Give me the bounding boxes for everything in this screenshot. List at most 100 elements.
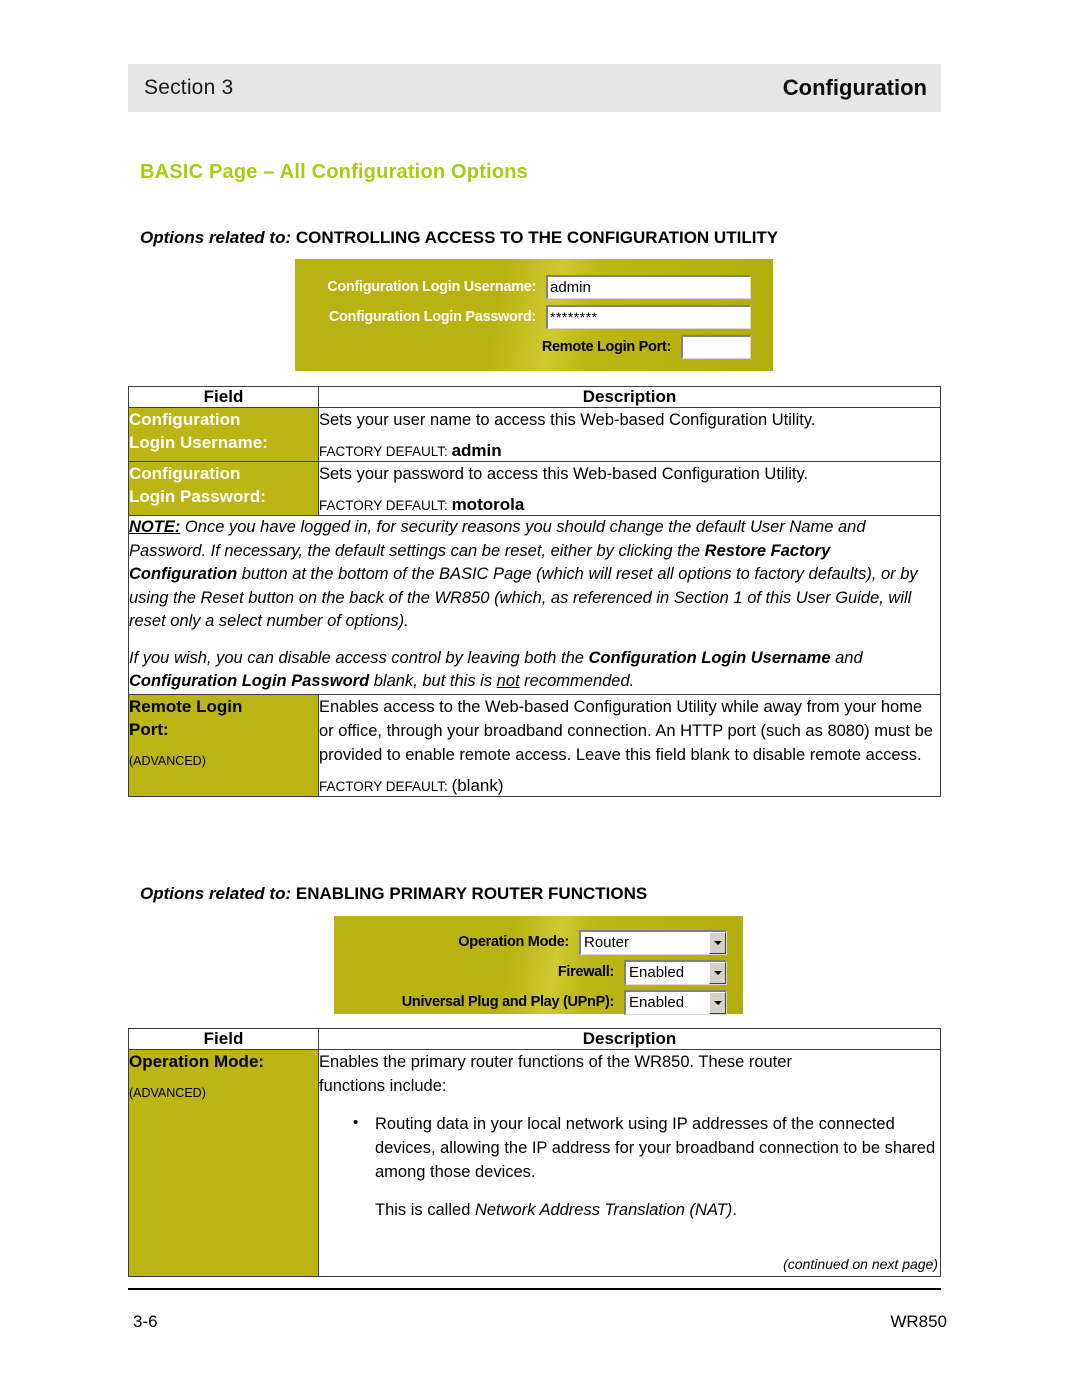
field-cell-remote-login-port: Remote Login Port: (ADVANCED) bbox=[128, 693, 319, 797]
form-row-password: Configuration Login Password: ******** bbox=[309, 302, 751, 332]
nat-note: This is called Network Address Translati… bbox=[319, 1198, 940, 1222]
remote-login-port-input[interactable] bbox=[681, 335, 751, 359]
field-cell-operation-mode: Operation Mode: (ADVANCED) bbox=[128, 1049, 319, 1277]
note-p1-c: button at the bottom of the BASIC Page (… bbox=[129, 565, 918, 630]
description-cell-login-password: Sets your password to access this Web-ba… bbox=[318, 461, 941, 516]
options-related-title: CONTROLLING ACCESS TO THE CONFIGURATION … bbox=[295, 228, 779, 247]
upnp-select[interactable]: Enabled bbox=[624, 989, 727, 1015]
note-p2-g: recommended. bbox=[519, 672, 635, 690]
options-related-heading-1: Options related to: CONTROLLING ACCESS T… bbox=[140, 228, 778, 248]
table-header-row: Field Description bbox=[128, 386, 941, 408]
config-access-options-table: Field Description Configuration Login Us… bbox=[128, 386, 941, 797]
field-name-line2: Login Password: bbox=[129, 487, 266, 506]
column-header-field: Field bbox=[128, 1028, 319, 1050]
config-access-form-screenshot: Configuration Login Username: admin Conf… bbox=[295, 259, 773, 371]
table-row: Configuration Login Password: Sets your … bbox=[128, 461, 941, 516]
upnp-label: Universal Plug and Play (UPnP): bbox=[401, 994, 615, 1010]
table-row-note: NOTE: Once you have logged in, for secur… bbox=[128, 515, 941, 695]
operation-mode-select[interactable]: Router bbox=[579, 929, 727, 955]
note-paragraph-1: NOTE: Once you have logged in, for secur… bbox=[129, 516, 940, 634]
note-p2-e: blank, but this is bbox=[369, 672, 497, 690]
form-rows: Operation Mode: Router Firewall: Enabled… bbox=[334, 916, 743, 1017]
operation-mode-value: Router bbox=[584, 933, 630, 951]
options-related-heading-2: Options related to: ENABLING PRIMARY ROU… bbox=[140, 884, 647, 904]
table-header-row: Field Description bbox=[128, 1028, 941, 1050]
column-header-field: Field bbox=[128, 386, 319, 408]
factory-default-value: admin bbox=[451, 441, 502, 460]
factory-default-label: FACTORY DEFAULT: bbox=[319, 498, 448, 513]
factory-default-value: motorola bbox=[451, 495, 525, 514]
description-text: Sets your password to access this Web-ba… bbox=[319, 465, 809, 483]
factory-default-line: FACTORY DEFAULT: admin bbox=[319, 442, 940, 461]
remote-login-port-label: Remote Login Port: bbox=[541, 339, 671, 355]
form-row-remote-port: Remote Login Port: bbox=[309, 332, 751, 362]
nat-prefix: This is called bbox=[375, 1201, 475, 1219]
field-advanced-tag: (ADVANCED) bbox=[129, 753, 206, 768]
router-functions-options-table: Field Description Operation Mode: (ADVAN… bbox=[128, 1028, 941, 1277]
description-cell-operation-mode: Enables the primary router functions of … bbox=[318, 1049, 941, 1277]
footer-page-number: 3-6 bbox=[133, 1312, 158, 1331]
description-cell-login-username: Sets your user name to access this Web-b… bbox=[318, 407, 941, 462]
firewall-select[interactable]: Enabled bbox=[624, 959, 727, 985]
field-name-line2: Login Username: bbox=[129, 433, 268, 452]
options-related-prefix: Options related to: bbox=[140, 884, 292, 903]
field-name-line1: Configuration bbox=[129, 410, 241, 429]
factory-default-line: FACTORY DEFAULT: (blank) bbox=[319, 775, 940, 796]
description-text-line2: functions include: bbox=[319, 1077, 447, 1095]
list-item: Routing data in your local network using… bbox=[319, 1111, 940, 1184]
form-rows: Configuration Login Username: admin Conf… bbox=[295, 259, 773, 362]
factory-default-label: FACTORY DEFAULT: bbox=[319, 444, 448, 459]
field-cell-login-password: Configuration Login Password: bbox=[128, 461, 319, 516]
column-header-description: Description bbox=[318, 386, 941, 408]
footer-model: WR850 bbox=[890, 1312, 947, 1331]
chevron-down-icon[interactable] bbox=[709, 991, 726, 1014]
continued-on-next-page: (continued on next page) bbox=[783, 1256, 938, 1272]
upnp-value: Enabled bbox=[629, 993, 685, 1011]
router-functions-bullet-list: Routing data in your local network using… bbox=[319, 1111, 940, 1184]
field-name-line1: Operation Mode: bbox=[129, 1052, 265, 1071]
note-p2-c: and bbox=[830, 648, 863, 667]
field-name-line1: Remote Login bbox=[129, 696, 243, 716]
nat-suffix: . bbox=[732, 1201, 737, 1219]
description-text: Enables access to the Web-based Configur… bbox=[319, 697, 933, 764]
note-p2-a: If you wish, you can disable access cont… bbox=[129, 648, 589, 667]
factory-default-label: FACTORY DEFAULT: bbox=[319, 778, 448, 794]
column-header-description: Description bbox=[318, 1028, 941, 1050]
chevron-down-icon[interactable] bbox=[709, 931, 726, 954]
form-row-upnp: Universal Plug and Play (UPnP): Enabled bbox=[346, 987, 727, 1017]
field-name-line1: Configuration bbox=[129, 464, 241, 483]
note-p2-f: not bbox=[496, 672, 520, 690]
field-advanced-tag: (ADVANCED) bbox=[129, 1086, 206, 1100]
page-title: BASIC Page – All Configuration Options bbox=[140, 161, 528, 183]
running-header: Section 3 Configuration bbox=[128, 64, 941, 112]
form-row-operation-mode: Operation Mode: Router bbox=[346, 927, 727, 957]
form-row-username: Configuration Login Username: admin bbox=[309, 272, 751, 302]
note-p2-d: Configuration Login Password bbox=[129, 672, 370, 690]
nat-term: Network Address Translation (NAT) bbox=[474, 1201, 733, 1219]
options-related-title: ENABLING PRIMARY ROUTER FUNCTIONS bbox=[295, 884, 648, 903]
section-label: Section 3 bbox=[144, 76, 234, 99]
form-row-firewall: Firewall: Enabled bbox=[346, 957, 727, 987]
chapter-title: Configuration bbox=[782, 75, 927, 100]
firewall-value: Enabled bbox=[629, 963, 685, 981]
description-text-line1: Enables the primary router functions of … bbox=[319, 1053, 792, 1071]
description-text: Sets your user name to access this Web-b… bbox=[319, 411, 816, 429]
factory-default-value: (blank) bbox=[451, 775, 504, 795]
description-cell-remote-login-port: Enables access to the Web-based Configur… bbox=[318, 693, 941, 797]
login-username-input[interactable]: admin bbox=[546, 275, 751, 299]
login-password-label: Configuration Login Password: bbox=[328, 309, 536, 325]
table-row: Operation Mode: (ADVANCED) Enables the p… bbox=[128, 1049, 941, 1277]
factory-default-line: FACTORY DEFAULT: motorola bbox=[319, 496, 940, 515]
field-cell-login-username: Configuration Login Username: bbox=[128, 407, 319, 462]
table-row: Configuration Login Username: Sets your … bbox=[128, 407, 941, 462]
login-password-input[interactable]: ******** bbox=[546, 305, 751, 329]
router-functions-form-screenshot: Operation Mode: Router Firewall: Enabled… bbox=[334, 916, 743, 1017]
note-cell: NOTE: Once you have logged in, for secur… bbox=[128, 515, 941, 695]
note-p2-b: Configuration Login Username bbox=[588, 648, 831, 667]
chevron-down-icon[interactable] bbox=[709, 961, 726, 984]
document-page: Section 3 Configuration BASIC Page – All… bbox=[0, 0, 1080, 1397]
footer-divider bbox=[128, 1288, 941, 1290]
table-row: Remote Login Port: (ADVANCED) Enables ac… bbox=[128, 693, 941, 797]
operation-mode-label: Operation Mode: bbox=[458, 934, 569, 950]
